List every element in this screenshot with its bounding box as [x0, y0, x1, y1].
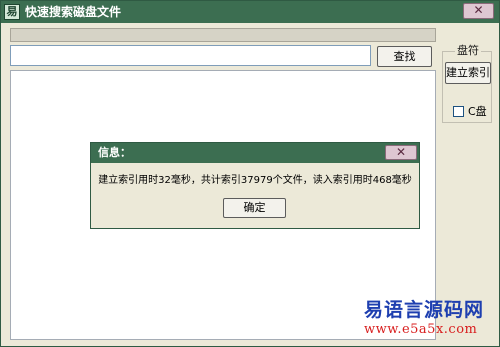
- find-button[interactable]: 查找: [377, 46, 432, 67]
- ok-button[interactable]: 确定: [223, 198, 286, 218]
- status-strip: [10, 28, 436, 42]
- close-button[interactable]: ✕: [463, 3, 494, 19]
- dialog-title: 信息：: [98, 146, 131, 159]
- dialog-close-button[interactable]: ✕: [385, 145, 417, 160]
- main-window: 易 快速搜索磁盘文件 ✕ 查找 盘符 建立索引 C盘 信息： ✕ 建立索引用时3…: [0, 0, 500, 347]
- drive-c-label[interactable]: C盘: [468, 105, 487, 118]
- app-icon: 易: [4, 4, 20, 20]
- window-title: 快速搜索磁盘文件: [25, 5, 122, 19]
- drive-group-legend: 盘符: [455, 44, 481, 58]
- title-bar[interactable]: 易 快速搜索磁盘文件 ✕: [1, 1, 499, 23]
- info-dialog: 信息： ✕ 建立索引用时32毫秒，共计索引37979个文件，读入索引用时468毫…: [90, 142, 420, 229]
- dialog-title-bar[interactable]: 信息： ✕: [91, 143, 419, 163]
- watermark-url: www.e5a5x.com: [364, 322, 478, 337]
- watermark-brand: 易语言源码网: [364, 299, 485, 321]
- drive-c-checkbox-row[interactable]: C盘: [453, 105, 487, 118]
- search-input[interactable]: [10, 45, 371, 66]
- build-index-button[interactable]: 建立索引: [445, 62, 491, 84]
- drive-c-checkbox[interactable]: [453, 106, 464, 117]
- dialog-message: 建立索引用时32毫秒，共计索引37979个文件，读入索引用时468毫秒: [98, 175, 412, 186]
